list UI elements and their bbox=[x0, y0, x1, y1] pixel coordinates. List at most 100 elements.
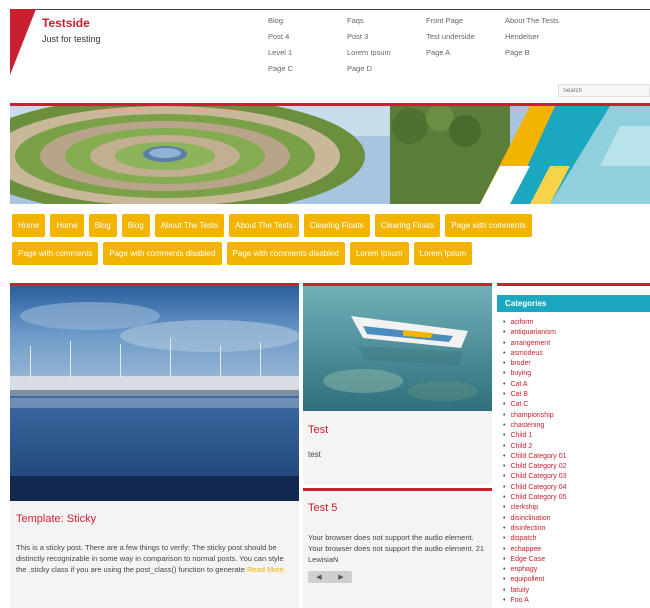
category-item[interactable]: • echappee bbox=[503, 545, 650, 555]
category-item[interactable]: • Child 1 bbox=[503, 431, 650, 441]
category-item[interactable]: • Child Category 02 bbox=[503, 462, 650, 472]
category-link[interactable]: Child Category 02 bbox=[510, 463, 566, 470]
bullet-icon: • bbox=[503, 586, 506, 594]
menu-item-page-with-comments[interactable]: Page with comments bbox=[445, 214, 532, 237]
category-link[interactable]: Child Category 05 bbox=[510, 494, 566, 501]
topnav-link[interactable]: Page C bbox=[268, 64, 347, 74]
category-link[interactable]: fatuity bbox=[510, 587, 529, 594]
category-link[interactable]: clerkship bbox=[510, 504, 538, 511]
menu-item-clearing-floats[interactable]: Clearing Floats bbox=[303, 214, 370, 237]
topnav-link[interactable]: Page B bbox=[505, 48, 615, 58]
menu-item-home[interactable]: Home bbox=[12, 214, 46, 237]
category-link[interactable]: disinfection bbox=[510, 525, 545, 532]
menu-item-blog[interactable]: Blog bbox=[88, 214, 117, 237]
audio-next-icon[interactable]: ▶ bbox=[338, 573, 343, 581]
top-rule bbox=[10, 9, 650, 10]
topnav-link[interactable]: Page A bbox=[426, 48, 505, 58]
post-title[interactable]: Test bbox=[308, 424, 487, 436]
category-link[interactable]: Edge Case bbox=[510, 556, 545, 563]
category-item[interactable]: • arrangement bbox=[503, 339, 650, 349]
category-link[interactable]: Foo A bbox=[510, 597, 528, 604]
category-item[interactable]: • Child Category 01 bbox=[503, 452, 650, 462]
audio-player[interactable]: ◀ ▶ bbox=[308, 571, 352, 583]
category-link[interactable]: Child Category 03 bbox=[510, 473, 566, 480]
category-item[interactable]: • championship bbox=[503, 411, 650, 421]
category-item[interactable]: • Cat B bbox=[503, 390, 650, 400]
menu-item-lorem-ipsum[interactable]: Lorem Ipsum bbox=[413, 242, 473, 265]
category-item[interactable]: • enphagy bbox=[503, 565, 650, 575]
top-navigation: Blog Faqs Front Page About The Tests Pos… bbox=[268, 16, 638, 74]
post-title[interactable]: Test 5 bbox=[308, 502, 487, 514]
category-link[interactable]: chastening bbox=[510, 422, 544, 429]
category-item[interactable]: • Cat C bbox=[503, 400, 650, 410]
bullet-icon: • bbox=[503, 319, 506, 326]
search-input[interactable] bbox=[558, 84, 650, 97]
category-link[interactable]: echappee bbox=[510, 546, 541, 553]
category-item[interactable]: • disinfection bbox=[503, 524, 650, 534]
category-link[interactable]: Cat A bbox=[510, 381, 527, 388]
category-item[interactable]: • Child Category 03 bbox=[503, 472, 650, 482]
topnav-link[interactable]: Faqs bbox=[347, 16, 426, 26]
category-link[interactable]: enphagy bbox=[510, 566, 537, 573]
category-link[interactable]: Child 1 bbox=[510, 432, 532, 439]
category-link[interactable]: aciform bbox=[510, 319, 533, 326]
topnav-link[interactable]: Page D bbox=[347, 64, 426, 74]
menu-item-about[interactable]: About The Tests bbox=[154, 214, 225, 237]
boat-image[interactable] bbox=[303, 286, 492, 411]
category-item[interactable]: • equipollent bbox=[503, 575, 650, 585]
category-item[interactable]: • asmodeus bbox=[503, 349, 650, 359]
category-link[interactable]: antiquarianism bbox=[510, 329, 556, 336]
category-link[interactable]: equipollent bbox=[510, 576, 544, 583]
category-link[interactable]: asmodeus bbox=[510, 350, 542, 357]
category-item[interactable]: • dispatch bbox=[503, 534, 650, 544]
category-item[interactable]: • Child 2 bbox=[503, 442, 650, 452]
category-link[interactable]: championship bbox=[510, 412, 553, 419]
topnav-link[interactable]: Hendelser bbox=[505, 32, 615, 42]
card-accent-line bbox=[303, 488, 492, 491]
read-more-link[interactable]: Read More bbox=[247, 565, 284, 574]
topnav-link[interactable]: Lorem Ipsum bbox=[347, 48, 426, 58]
category-link[interactable]: arrangement bbox=[510, 340, 550, 347]
category-item[interactable]: • fatuity bbox=[503, 586, 650, 596]
category-link[interactable]: Cat C bbox=[510, 401, 528, 408]
category-item[interactable]: • Cat A bbox=[503, 380, 650, 390]
category-link[interactable]: disinclination bbox=[510, 515, 550, 522]
topnav-link[interactable]: Test underside bbox=[426, 32, 505, 42]
category-link[interactable]: Child Category 04 bbox=[510, 484, 566, 491]
audio-prev-icon[interactable]: ◀ bbox=[316, 573, 321, 581]
topnav-link[interactable]: Level 1 bbox=[268, 48, 347, 58]
topnav-link[interactable]: Front Page bbox=[426, 16, 505, 26]
site-title[interactable]: Testside bbox=[42, 16, 90, 30]
topnav-link[interactable]: About The Tests bbox=[505, 16, 615, 26]
category-item[interactable]: • Child Category 05 bbox=[503, 493, 650, 503]
category-item[interactable]: • chastening bbox=[503, 421, 650, 431]
category-link[interactable]: Child Category 01 bbox=[510, 453, 566, 460]
category-item[interactable]: • aciform bbox=[503, 318, 650, 328]
category-item[interactable]: • Foo A bbox=[503, 596, 650, 606]
category-item[interactable]: • broder bbox=[503, 359, 650, 369]
category-item[interactable]: • Edge Case bbox=[503, 555, 650, 565]
category-item[interactable]: • buying bbox=[503, 369, 650, 379]
category-link[interactable]: dispatch bbox=[510, 535, 536, 542]
menu-item-home[interactable]: Home bbox=[50, 214, 84, 237]
category-link[interactable]: Cat B bbox=[510, 391, 528, 398]
marina-image[interactable] bbox=[10, 286, 299, 501]
category-item[interactable]: • clerkship bbox=[503, 503, 650, 513]
category-item[interactable]: • antiquarianism bbox=[503, 328, 650, 338]
menu-item-blog[interactable]: Blog bbox=[121, 214, 150, 237]
topnav-link[interactable]: Blog bbox=[268, 16, 347, 26]
category-link[interactable]: broder bbox=[510, 360, 530, 367]
category-link[interactable]: buying bbox=[510, 370, 531, 377]
menu-item-page-with-comments[interactable]: Page with comments bbox=[12, 242, 99, 265]
category-link[interactable]: Child 2 bbox=[510, 443, 532, 450]
post-title[interactable]: Template: Sticky bbox=[16, 513, 293, 525]
topnav-link[interactable]: Post 4 bbox=[268, 32, 347, 42]
menu-item-lorem-ipsum[interactable]: Lorem Ipsum bbox=[349, 242, 409, 265]
menu-item-clearing-floats[interactable]: Clearing Floats bbox=[374, 214, 441, 237]
menu-item-comments-disabled[interactable]: Page with comments disabled bbox=[103, 242, 222, 265]
menu-item-comments-disabled[interactable]: Page with comments disabled bbox=[226, 242, 345, 265]
category-item[interactable]: • disinclination bbox=[503, 514, 650, 524]
menu-item-about[interactable]: About The Tests bbox=[229, 214, 299, 237]
category-item[interactable]: • Child Category 04 bbox=[503, 483, 650, 493]
topnav-link[interactable]: Post 3 bbox=[347, 32, 426, 42]
